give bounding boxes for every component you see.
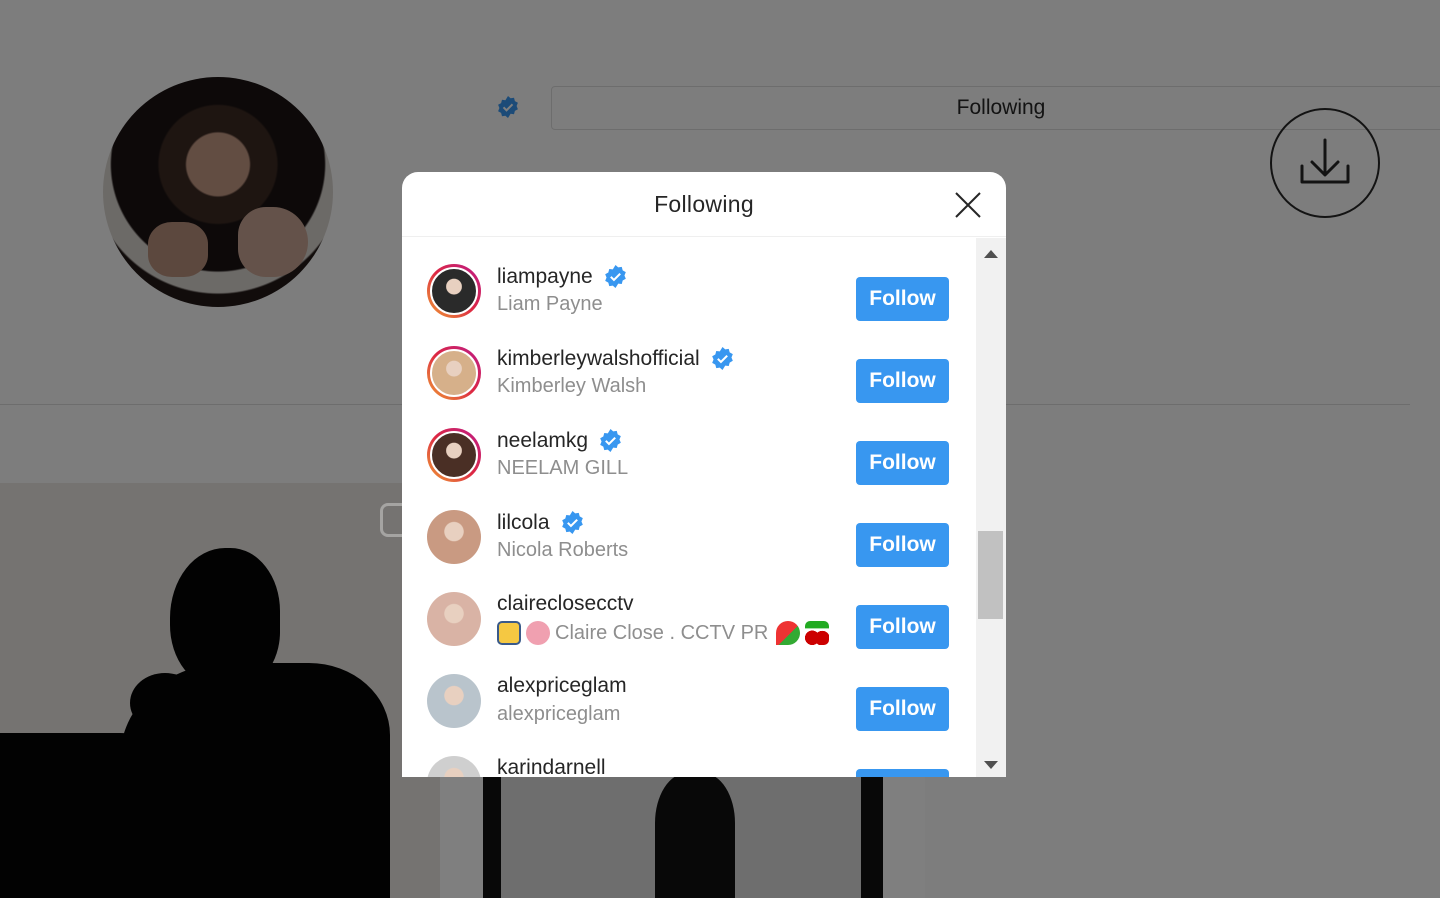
username-line: neelamkg [497, 428, 623, 453]
scroll-down-arrow-icon[interactable] [976, 757, 1006, 773]
modal-header: Following [402, 172, 1006, 237]
list-item[interactable]: lilcola Nicola Roberts Follow [402, 494, 976, 576]
username-link[interactable]: neelamkg [497, 429, 588, 453]
full-name-text: alexpriceglam [497, 703, 621, 725]
avatar[interactable] [427, 510, 481, 564]
follow-button[interactable]: Follow [856, 277, 949, 321]
list-item[interactable]: liampayne Liam Payne Follow [402, 248, 976, 330]
list-item[interactable]: karindarnell Follow [402, 740, 976, 777]
list-item[interactable]: claireclosecctv Claire Close . CCTV PR Fol… [402, 576, 976, 658]
username-link[interactable]: claireclosecctv [497, 592, 634, 616]
full-name-text: NEELAM GILL [497, 457, 629, 479]
avatar[interactable] [427, 264, 481, 318]
full-name-text: Liam Payne [497, 293, 603, 315]
scroll-thumb[interactable] [978, 531, 1003, 619]
full-name-text: Kimberley Walsh [497, 375, 647, 397]
username-link[interactable]: liampayne [497, 265, 593, 289]
follow-button[interactable]: Follow [856, 523, 949, 567]
full-name: Liam Payne [497, 293, 603, 316]
full-name: alexpriceglam [497, 703, 620, 726]
follow-button[interactable]: Follow [856, 359, 949, 403]
follow-button[interactable]: Follow [856, 441, 949, 485]
cherries-emoji-icon [805, 621, 830, 645]
avatar[interactable] [427, 346, 481, 400]
follow-button[interactable]: Follow [856, 687, 949, 731]
following-modal: Following liampayne Liam Payne Follow kimbe… [402, 172, 1006, 777]
verified-icon [600, 429, 621, 452]
verified-icon [604, 265, 626, 288]
username-link[interactable]: alexpriceglam [497, 674, 627, 698]
brain-emoji-icon [526, 621, 550, 645]
username-line: lilcola [497, 510, 585, 535]
list-item[interactable]: neelamkg NEELAM GILL Follow [402, 412, 976, 494]
list-item[interactable]: kimberleywalshofficial Kimberley Walsh Fol… [402, 330, 976, 412]
username-link[interactable]: kimberleywalshofficial [497, 347, 700, 371]
modal-title: Following [654, 190, 754, 217]
following-list[interactable]: liampayne Liam Payne Follow kimberleywalsho… [402, 238, 976, 777]
full-name: Claire Close . CCTV PR [497, 621, 832, 645]
username-line: alexpriceglam [497, 674, 627, 698]
avatar[interactable] [427, 592, 481, 646]
close-icon[interactable] [952, 189, 984, 221]
full-name-text: Claire Close . CCTV PR [555, 621, 769, 644]
list-item[interactable]: alexpriceglam alexpriceglam Follow [402, 658, 976, 740]
avatar[interactable] [427, 674, 481, 728]
avatar[interactable] [427, 756, 481, 777]
username-line: liampayne [497, 264, 628, 289]
verified-icon [711, 347, 733, 370]
full-name: Kimberley Walsh [497, 375, 646, 398]
username-line: claireclosecctv [497, 592, 634, 616]
follow-button[interactable]: Follow [856, 769, 949, 777]
scroll-up-arrow-icon[interactable] [976, 246, 1006, 262]
avatar[interactable] [427, 428, 481, 482]
full-name-text: Nicola Roberts [497, 539, 629, 561]
scrollbar[interactable] [976, 238, 1006, 777]
watermelon-emoji-icon [776, 621, 801, 645]
username-line: kimberleywalshofficial [497, 346, 735, 371]
username-line: karindarnell [497, 756, 606, 777]
username-link[interactable]: lilcola [497, 511, 550, 535]
username-link[interactable]: karindarnell [497, 756, 606, 777]
emoji-icon [497, 621, 521, 645]
full-name: Nicola Roberts [497, 539, 628, 562]
follow-button[interactable]: Follow [856, 605, 949, 649]
full-name: NEELAM GILL [497, 457, 628, 480]
verified-icon [561, 511, 583, 534]
